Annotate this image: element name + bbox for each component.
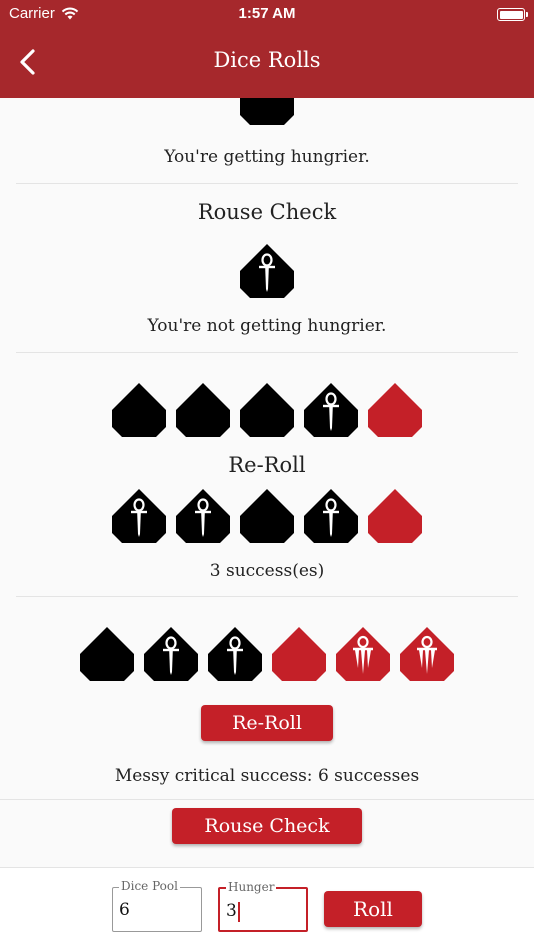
regular-die-ankh-icon [176,489,230,543]
roll-input-bar: Dice Pool 6 Hunger 3 Roll [0,867,534,950]
hunger-input-wrap[interactable]: 3 [226,901,240,922]
dice-row [0,626,534,682]
reroll-heading: Re-Roll [228,453,306,477]
dice-pool-input[interactable]: 6 [119,900,130,920]
dice-row [0,382,534,438]
dice-row [0,243,534,299]
regular-die-ankh-icon [304,489,358,543]
regular-die-blank-icon [112,383,166,437]
text-caret [237,901,240,922]
divider [16,352,518,353]
dice-pool-label: Dice Pool [119,879,180,893]
regular-die-ankh-icon [112,489,166,543]
dice-pool-field[interactable]: Dice Pool 6 [112,879,202,932]
hunger-die-blank-icon [368,383,422,437]
roll-history[interactable]: You're getting hungrier. Rouse Check You… [0,98,534,867]
regular-die-ankh-icon [208,627,262,681]
navigation-bar: Carrier 1:57 AM Dice Rolls [0,0,534,98]
status-time: 1:57 AM [238,5,296,22]
regular-die-blank-icon [240,489,294,543]
divider [0,799,534,800]
regular-die-blank-icon [176,383,230,437]
regular-die-blank-icon [240,383,294,437]
roll-result-text: Messy critical success: 6 successes [114,766,420,786]
divider [16,596,518,597]
regular-die-ankh-icon [304,383,358,437]
hunger-die-blank-icon [272,627,326,681]
hunger-die-fang-icon [336,627,390,681]
hunger-label: Hunger [226,880,277,894]
battery-icon [497,8,528,21]
divider [16,183,518,184]
hunger-field[interactable]: Hunger 3 [218,880,308,932]
hunger-die-blank-icon [368,489,422,543]
roll-result-text: You're getting hungrier. [164,147,370,167]
dice-row [0,488,534,544]
rouse-check-button[interactable]: Rouse Check [172,808,362,844]
regular-die-blank-icon [240,98,294,125]
dice-row [0,98,534,126]
hunger-input[interactable]: 3 [226,901,237,921]
reroll-button[interactable]: Re-Roll [201,705,333,741]
rouse-check-heading: Rouse Check [197,200,337,224]
roll-result-text: 3 success(es) [209,561,325,581]
regular-die-ankh-icon [240,244,294,298]
page-title: Dice Rolls [213,48,321,72]
regular-die-ankh-icon [144,627,198,681]
status-bar: Carrier 1:57 AM [0,0,534,30]
roll-button[interactable]: Roll [324,891,422,927]
hunger-die-fang-icon [400,627,454,681]
regular-die-blank-icon [80,627,134,681]
roll-result-text: You're not getting hungrier. [147,316,387,336]
